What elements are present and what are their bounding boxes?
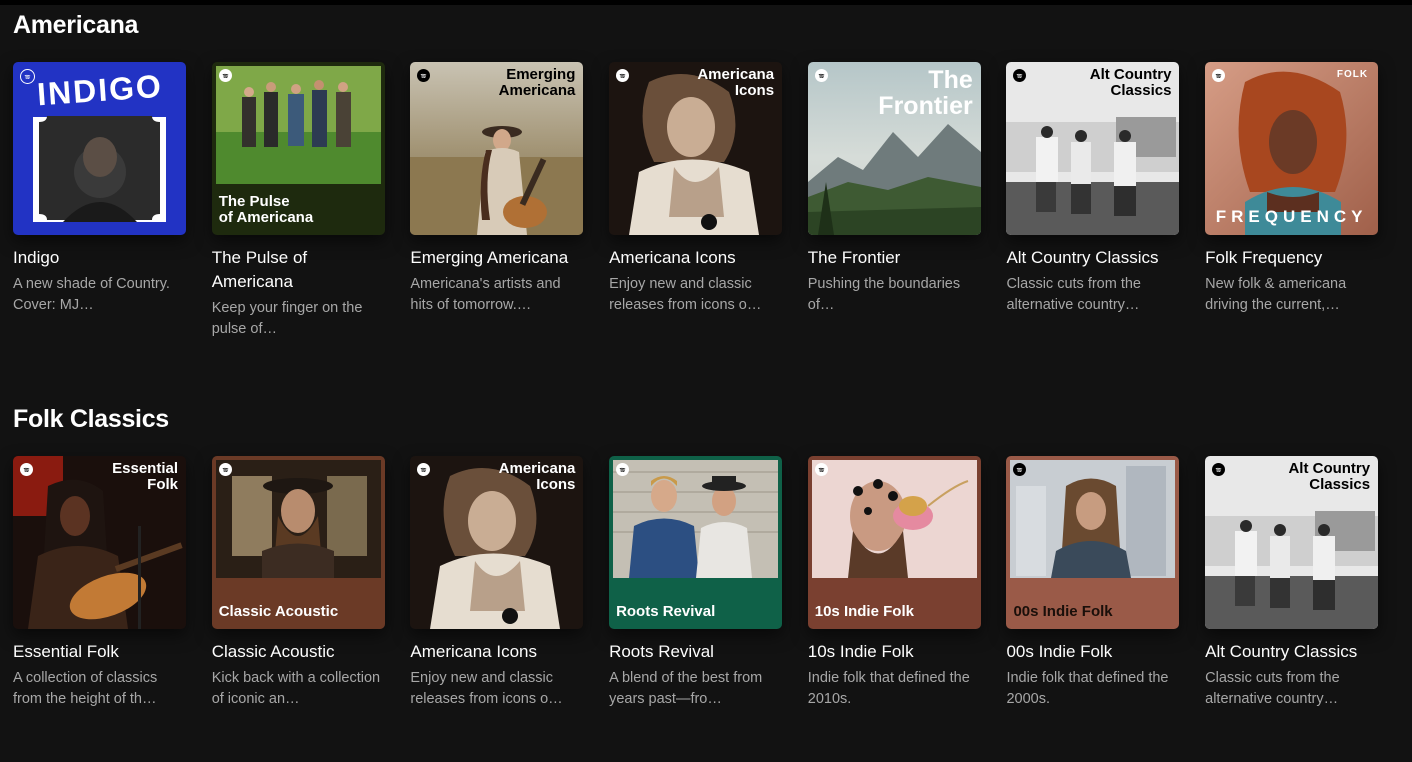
cover-title: Alt Country Classics	[1288, 460, 1371, 493]
playlist-title[interactable]: Emerging Americana	[410, 246, 583, 270]
playlist-card-00s-indie-folk[interactable]: 00s Indie Folk 00s Indie Folk Indie folk…	[1006, 456, 1180, 710]
playlist-cover[interactable]: FOLK FREQUENCY	[1205, 62, 1379, 235]
playlist-description: Pushing the boundaries of…	[807, 276, 961, 313]
playlist-card-alt-country-classics[interactable]: Alt Country Classics Alt Country Classic…	[1205, 456, 1379, 710]
playlist-title[interactable]: 10s Indie Folk	[808, 640, 981, 664]
playlist-cover[interactable]: Americana Icons	[609, 62, 783, 235]
playlist-description: Enjoy new and classic releases from icon…	[609, 276, 762, 313]
section-americana: Americana INDIGO Indigo A new shade of C…	[13, 8, 1403, 337]
playlist-cover[interactable]: Emerging Americana	[410, 62, 584, 235]
playlist-description: A blend of the best from years past—fro…	[609, 670, 763, 707]
playlist-description: Indie folk that defined the 2010s.	[807, 670, 970, 707]
playlist-card-emerging-americana[interactable]: Emerging Americana Emerging Americana Am…	[410, 62, 584, 340]
playlist-cover[interactable]: The Pulse of Americana	[211, 62, 385, 235]
playlist-card-folk-frequency[interactable]: FOLK FREQUENCY Folk Frequency New folk &…	[1205, 62, 1379, 340]
playlist-cover[interactable]: 00s Indie Folk	[1006, 456, 1180, 629]
cover-title: Essential Folk	[112, 460, 178, 493]
playlist-cover[interactable]: Classic Acoustic	[211, 456, 385, 629]
section-folk-classics: Folk Classics Essential Folk Essential F…	[13, 402, 1403, 707]
playlist-description: Keep your finger on the pulse of…	[211, 300, 363, 337]
playlist-description: Indie folk that defined the 2000s.	[1006, 670, 1169, 707]
playlist-card-indigo[interactable]: INDIGO Indigo A new shade of Country. Co…	[13, 62, 186, 340]
playlist-description: A collection of classics from the height…	[13, 670, 158, 707]
cover-title: The Pulse of Americana	[218, 193, 314, 226]
playlist-title[interactable]: Roots Revival	[609, 640, 782, 664]
cover-title: Classic Acoustic	[218, 603, 339, 620]
playlist-card-americana-icons[interactable]: Americana Icons Americana Icons Enjoy ne…	[609, 62, 783, 340]
playlist-title[interactable]: Indigo	[13, 246, 186, 270]
playlist-cover[interactable]: Americana Icons	[410, 456, 584, 629]
cover-title: Alt Country Classics	[1089, 66, 1172, 99]
playlist-title[interactable]: Folk Frequency	[1205, 246, 1378, 270]
playlist-title[interactable]: The Pulse of Americana	[212, 246, 385, 294]
cover-title: 10s Indie Folk	[814, 603, 914, 620]
playlist-title[interactable]: Alt Country Classics	[1205, 640, 1378, 664]
playlist-cover[interactable]: 10s Indie Folk	[807, 456, 981, 629]
section-title[interactable]: Folk Classics	[13, 402, 1403, 436]
playlist-description: Kick back with a collection of iconic an…	[211, 670, 381, 707]
playlist-card-essential-folk[interactable]: Essential Folk Essential Folk A collecti…	[13, 456, 186, 710]
spotify-icon	[814, 69, 828, 82]
spotify-icon	[814, 463, 828, 476]
playlist-description: Americana's artists and hits of tomorrow…	[410, 276, 561, 313]
playlist-card-classic-acoustic[interactable]: Classic Acoustic Classic Acoustic Kick b…	[211, 456, 385, 710]
cover-title: Americana Icons	[498, 460, 576, 493]
spotify-icon	[616, 463, 630, 476]
playlist-description: Enjoy new and classic releases from icon…	[410, 670, 563, 707]
cover-title: Americana Icons	[697, 66, 775, 99]
playlist-row: INDIGO Indigo A new shade of Country. Co…	[13, 62, 1404, 340]
playlist-title[interactable]: Americana Icons	[609, 246, 782, 270]
playlist-card-roots-revival[interactable]: Roots Revival Roots Revival A blend of t…	[609, 456, 783, 710]
cover-tag: FOLK	[1336, 69, 1369, 80]
playlist-description: New folk & americana driving the current…	[1205, 276, 1347, 313]
cover-title: The Frontier	[878, 66, 973, 120]
playlist-description: A new shade of Country. Cover: MJ…	[13, 276, 170, 313]
playlist-card-pulse-of-americana[interactable]: The Pulse of Americana The Pulse of Amer…	[211, 62, 385, 340]
playlist-cover[interactable]: INDIGO	[13, 62, 186, 235]
spotify-icon	[616, 69, 630, 82]
playlist-cover[interactable]: Alt Country Classics	[1205, 456, 1379, 629]
playlist-title[interactable]: Alt Country Classics	[1006, 246, 1179, 270]
playlist-description: Classic cuts from the alternative countr…	[1006, 276, 1142, 313]
playlist-card-alt-country-classics[interactable]: Alt Country Classics Alt Country Classic…	[1006, 62, 1180, 340]
cover-title: Roots Revival	[616, 603, 716, 620]
playlist-cover[interactable]: Essential Folk	[13, 456, 186, 629]
playlist-cover[interactable]: The Frontier	[807, 62, 981, 235]
playlist-title[interactable]: Essential Folk	[13, 640, 186, 664]
playlist-card-the-frontier[interactable]: The Frontier The Frontier Pushing the bo…	[807, 62, 981, 340]
playlist-cover[interactable]: Alt Country Classics	[1006, 62, 1180, 235]
playlist-row: Essential Folk Essential Folk A collecti…	[13, 456, 1404, 710]
playlist-title[interactable]: Americana Icons	[410, 640, 583, 664]
spotify-icon	[20, 69, 35, 84]
cover-title: FREQUENCY	[1215, 207, 1368, 226]
playlist-title[interactable]: 00s Indie Folk	[1006, 640, 1179, 664]
cover-title: 00s Indie Folk	[1013, 603, 1113, 620]
playlist-cover[interactable]: Roots Revival	[609, 456, 783, 629]
spotify-icon	[218, 463, 232, 476]
spotify-icon	[218, 69, 232, 82]
playlist-card-americana-icons[interactable]: Americana Icons Americana Icons Enjoy ne…	[410, 456, 584, 710]
section-title[interactable]: Americana	[13, 8, 1403, 42]
playlist-title[interactable]: Classic Acoustic	[212, 640, 385, 664]
playlist-description: Classic cuts from the alternative countr…	[1205, 670, 1340, 707]
spotify-icon	[20, 463, 33, 476]
playlist-title[interactable]: The Frontier	[808, 246, 981, 270]
top-bar	[0, 0, 1412, 5]
playlist-card-10s-indie-folk[interactable]: 10s Indie Folk 10s Indie Folk Indie folk…	[807, 456, 981, 710]
cover-title: Emerging Americana	[498, 66, 576, 99]
